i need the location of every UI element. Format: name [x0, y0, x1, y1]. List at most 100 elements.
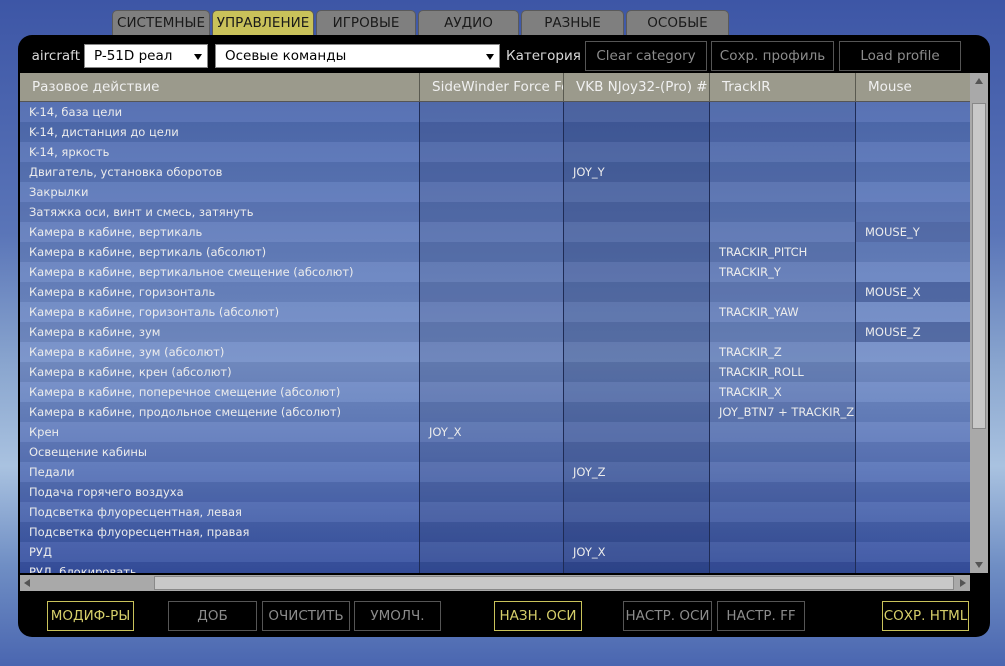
cell-vkb[interactable] [564, 242, 710, 262]
cell-vkb[interactable] [564, 362, 710, 382]
cell-trackir[interactable] [710, 122, 856, 142]
cell-trackir[interactable] [710, 442, 856, 462]
header-device-vkb[interactable]: VKB NJoy32-(Pro) # [564, 73, 710, 101]
cell-action[interactable]: Закрылки [20, 182, 420, 202]
cell-sidewinder[interactable] [420, 102, 564, 122]
cell-vkb[interactable]: JOY_X [564, 542, 710, 562]
cell-sidewinder[interactable] [420, 382, 564, 402]
assign-axes-button[interactable]: НАЗН. ОСИ [494, 601, 582, 631]
cell-vkb[interactable] [564, 122, 710, 142]
cell-sidewinder[interactable] [420, 402, 564, 422]
cell-sidewinder[interactable] [420, 142, 564, 162]
clear-category-button[interactable]: Clear category [585, 41, 707, 71]
table-row[interactable]: Камера в кабине, продольное смещение (аб… [20, 402, 970, 422]
cell-trackir[interactable] [710, 282, 856, 302]
table-row[interactable]: Камера в кабине, вертикальное смещение (… [20, 262, 970, 282]
tab-gameplay[interactable]: ИГРОВЫЕ [316, 10, 416, 35]
cell-sidewinder[interactable]: JOY_X [420, 422, 564, 442]
cell-trackir[interactable]: JOY_BTN7 + TRACKIR_Z [710, 402, 856, 422]
cell-action[interactable]: РУД [20, 542, 420, 562]
table-row[interactable]: Подсветка флуоресцентная, правая [20, 522, 970, 542]
table-row[interactable]: РУД JOY_X [20, 542, 970, 562]
cell-mouse[interactable]: MOUSE_Y [856, 222, 970, 242]
tab-controls[interactable]: УПРАВЛЕНИЕ [212, 10, 314, 35]
cell-vkb[interactable] [564, 382, 710, 402]
cell-sidewinder[interactable] [420, 482, 564, 502]
cell-trackir[interactable] [710, 422, 856, 442]
header-device-mouse[interactable]: Mouse [856, 73, 970, 101]
tab-special[interactable]: ОСОБЫЕ [626, 10, 729, 35]
cell-sidewinder[interactable] [420, 322, 564, 342]
table-row[interactable]: Освещение кабины [20, 442, 970, 462]
cell-sidewinder[interactable] [420, 502, 564, 522]
scroll-up-icon[interactable] [975, 78, 983, 84]
cell-mouse[interactable] [856, 202, 970, 222]
cell-sidewinder[interactable] [420, 442, 564, 462]
cell-trackir[interactable] [710, 182, 856, 202]
cell-action[interactable]: Камера в кабине, зум [20, 322, 420, 342]
mode-select[interactable]: Осевые команды [215, 44, 500, 68]
header-device-trackir[interactable]: TrackIR [710, 73, 856, 101]
cell-sidewinder[interactable] [420, 222, 564, 242]
cell-action[interactable]: Камера в кабине, продольное смещение (аб… [20, 402, 420, 422]
cell-action[interactable]: Затяжка оси, винт и смесь, затянуть [20, 202, 420, 222]
cell-action[interactable]: Камера в кабине, вертикаль (абсолют) [20, 242, 420, 262]
cell-vkb[interactable] [564, 422, 710, 442]
cell-mouse[interactable] [856, 142, 970, 162]
cell-mouse[interactable] [856, 342, 970, 362]
cell-mouse[interactable] [856, 262, 970, 282]
table-row[interactable]: K-14, дистанция до цели [20, 122, 970, 142]
cell-trackir[interactable]: TRACKIR_ROLL [710, 362, 856, 382]
table-row[interactable]: Камера в кабине, зум MOUSE_Z [20, 322, 970, 342]
cell-mouse[interactable]: MOUSE_X [856, 282, 970, 302]
cell-vkb[interactable] [564, 222, 710, 242]
cell-trackir[interactable] [710, 522, 856, 542]
cell-action[interactable]: Подсветка флуоресцентная, правая [20, 522, 420, 542]
cell-vkb[interactable] [564, 442, 710, 462]
cell-action[interactable]: Двигатель, установка оборотов [20, 162, 420, 182]
cell-vkb[interactable] [564, 482, 710, 502]
table-row[interactable]: Камера в кабине, горизонталь (абсолют) TR… [20, 302, 970, 322]
cell-trackir[interactable] [710, 542, 856, 562]
tab-misc[interactable]: РАЗНЫЕ [521, 10, 624, 35]
table-row[interactable]: Двигатель, установка оборотов JOY_Y [20, 162, 970, 182]
cell-trackir[interactable] [710, 202, 856, 222]
cell-sidewinder[interactable] [420, 522, 564, 542]
cell-action[interactable]: K-14, база цели [20, 102, 420, 122]
cell-mouse[interactable] [856, 502, 970, 522]
cell-vkb[interactable] [564, 522, 710, 542]
cell-action[interactable]: Камера в кабине, вертикаль [20, 222, 420, 242]
cell-sidewinder[interactable] [420, 542, 564, 562]
cell-mouse[interactable] [856, 402, 970, 422]
header-device-sidewinder[interactable]: SideWinder Force Fe [420, 73, 564, 101]
cell-trackir[interactable] [710, 322, 856, 342]
cell-action[interactable]: РУД, блокировать [20, 562, 420, 573]
cell-mouse[interactable] [856, 462, 970, 482]
cell-vkb[interactable] [564, 102, 710, 122]
load-profile-button[interactable]: Load profile [839, 41, 961, 71]
axis-tune-button[interactable]: НАСТР. ОСИ [623, 601, 712, 631]
tab-audio[interactable]: АУДИО [418, 10, 519, 35]
table-row[interactable]: РУД, блокировать [20, 562, 970, 573]
cell-trackir[interactable] [710, 142, 856, 162]
cell-action[interactable]: Крен [20, 422, 420, 442]
cell-mouse[interactable] [856, 522, 970, 542]
cell-mouse[interactable] [856, 562, 970, 573]
cell-mouse[interactable]: MOUSE_Z [856, 322, 970, 342]
horizontal-scroll-thumb[interactable] [154, 576, 954, 590]
cell-mouse[interactable] [856, 102, 970, 122]
cell-sidewinder[interactable] [420, 202, 564, 222]
cell-vkb[interactable]: JOY_Y [564, 162, 710, 182]
cell-sidewinder[interactable] [420, 162, 564, 182]
table-row[interactable]: Подсветка флуоресцентная, левая [20, 502, 970, 522]
scroll-right-icon[interactable] [960, 579, 966, 587]
cell-vkb[interactable] [564, 282, 710, 302]
cell-sidewinder[interactable] [420, 282, 564, 302]
scroll-left-icon[interactable] [24, 579, 30, 587]
table-row[interactable]: Камера в кабине, поперечное смещение (аб… [20, 382, 970, 402]
aircraft-select[interactable]: P-51D реал [84, 44, 208, 68]
cell-trackir[interactable]: TRACKIR_YAW [710, 302, 856, 322]
cell-action[interactable]: Камера в кабине, горизонталь (абсолют) [20, 302, 420, 322]
cell-vkb[interactable] [564, 262, 710, 282]
cell-mouse[interactable] [856, 542, 970, 562]
